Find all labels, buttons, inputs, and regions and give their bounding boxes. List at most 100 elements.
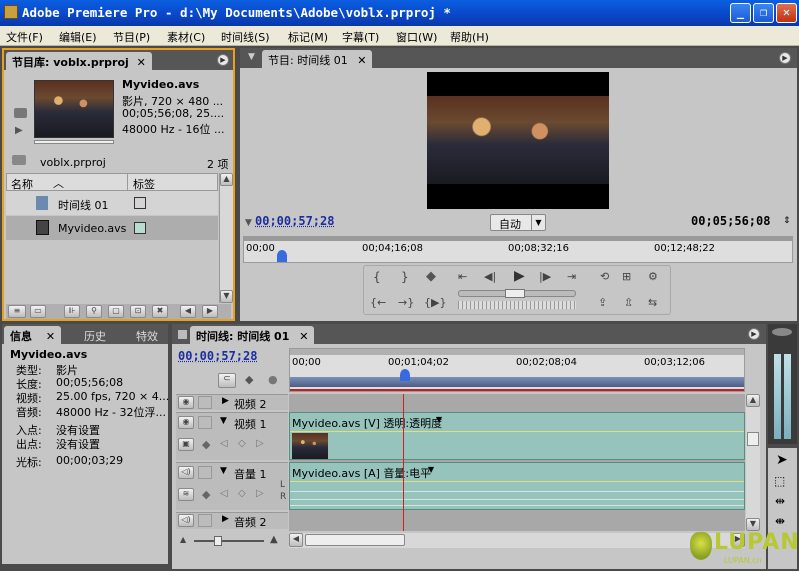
tab-close-icon[interactable]: ✕ xyxy=(46,330,55,343)
menu-sequence[interactable]: 时间线(S) xyxy=(221,29,270,45)
project-scrollbar[interactable]: ▲ ▼ xyxy=(219,173,233,303)
panel-menu-icon[interactable]: ▶ xyxy=(217,54,229,66)
track-area[interactable]: Myvideo.avs [V] 透明:透明度 ▼ Myvideo.avs [A]… xyxy=(289,394,745,531)
trim-icon[interactable]: ⇆ xyxy=(648,296,657,309)
play-in-to-out-icon[interactable]: {▶} xyxy=(424,296,446,309)
timeline-ruler[interactable]: 00;00 00;01;04;02 00;02;08;04 00;03;12;0… xyxy=(289,348,745,392)
menu-edit[interactable]: 编辑(E) xyxy=(59,29,97,45)
new-item-icon[interactable]: ⊡ xyxy=(130,305,146,318)
ripple-edit-tool-icon[interactable]: ⇹ xyxy=(775,494,785,508)
scroll-left-icon[interactable]: ◀ xyxy=(289,533,303,547)
list-item[interactable]: 时间线 01 xyxy=(6,191,218,215)
chevron-down-icon[interactable]: ▼ xyxy=(436,415,442,424)
panel-menu-icon[interactable]: ▶ xyxy=(779,52,791,64)
close-button[interactable]: ✕ xyxy=(776,3,797,23)
label-swatch[interactable] xyxy=(134,222,146,234)
safe-margins-icon[interactable]: ⊞ xyxy=(622,270,631,283)
keyframe-icon[interactable]: ● xyxy=(268,373,278,386)
current-timecode[interactable]: 00;00;57;28 xyxy=(255,214,334,228)
list-item[interactable]: Myvideo.avs xyxy=(6,216,218,240)
next-keyframe-icon[interactable]: ▷ xyxy=(256,438,264,449)
chevron-down-icon[interactable]: ▼ xyxy=(428,465,434,474)
jog-wheel[interactable] xyxy=(458,301,576,309)
marker-icon[interactable]: ◆ xyxy=(426,269,436,284)
collapse-icon[interactable]: ▼ xyxy=(220,416,227,426)
automate-icon[interactable]: ⊪ xyxy=(64,305,80,318)
lock-toggle[interactable] xyxy=(198,514,212,527)
tab-history[interactable]: 历史 xyxy=(78,326,112,344)
keyframe-toggle-icon[interactable]: ◆ xyxy=(202,488,210,501)
add-keyframe-icon[interactable]: ◇ xyxy=(238,488,246,499)
track-select-tool-icon[interactable]: ⬚ xyxy=(774,474,785,488)
menu-marker[interactable]: 标记(M) xyxy=(288,29,328,45)
step-forward-icon[interactable]: |▶ xyxy=(539,270,551,283)
lock-toggle[interactable] xyxy=(198,416,212,429)
go-to-in-icon[interactable]: ⇤ xyxy=(458,270,467,283)
resize-icon[interactable]: ⇕ xyxy=(783,216,791,226)
play-icon[interactable]: ▶ xyxy=(514,268,525,284)
loop-icon[interactable]: ⟲ xyxy=(600,270,609,283)
tab-dropdown-icon[interactable]: ▼ xyxy=(248,52,255,62)
icon-view-icon[interactable]: ▭ xyxy=(30,305,46,318)
tab-close-icon[interactable]: ✕ xyxy=(137,56,146,69)
menu-file[interactable]: 文件(F) xyxy=(6,29,43,45)
tab-close-icon[interactable]: ✕ xyxy=(357,54,366,67)
playhead[interactable] xyxy=(277,250,288,262)
panel-menu-icon[interactable] xyxy=(772,328,792,336)
go-to-previous-edit-icon[interactable]: {← xyxy=(370,296,386,309)
set-out-point-icon[interactable]: } xyxy=(401,270,409,284)
column-name[interactable]: 名称 xyxy=(11,176,33,192)
label-swatch[interactable] xyxy=(134,197,146,209)
timeline-vscroll[interactable]: ▲ ▼ xyxy=(746,394,760,531)
display-style-icon[interactable]: ▣ xyxy=(178,438,194,451)
scroll-right-icon[interactable]: ▶ xyxy=(202,305,218,318)
speaker-icon[interactable]: ◁) xyxy=(178,466,194,479)
sort-ascending-icon[interactable]: ︿ xyxy=(53,175,64,191)
maximize-button[interactable]: ❐ xyxy=(753,3,774,23)
prev-keyframe-icon[interactable]: ◁ xyxy=(220,438,228,449)
set-in-point-icon[interactable]: { xyxy=(373,270,381,284)
scroll-up-icon[interactable]: ▲ xyxy=(746,394,760,407)
zoom-in-icon[interactable]: ▲ xyxy=(270,534,278,545)
find-icon[interactable]: ⚲ xyxy=(86,305,102,318)
next-keyframe-icon[interactable]: ▷ xyxy=(256,488,264,499)
camera-icon[interactable] xyxy=(14,108,27,118)
scroll-up-icon[interactable]: ▲ xyxy=(220,173,233,186)
tab-project[interactable]: 节目库: voblx.prproj ✕ xyxy=(6,52,152,70)
lock-toggle[interactable] xyxy=(198,466,212,479)
scroll-down-icon[interactable]: ▼ xyxy=(220,290,233,303)
go-to-next-edit-icon[interactable]: →} xyxy=(398,296,414,309)
output-icon[interactable]: ⚙ xyxy=(648,270,658,283)
zoom-select[interactable]: 自动 ▼ xyxy=(490,214,546,231)
expand-icon[interactable]: ▶ xyxy=(222,514,229,524)
speaker-icon[interactable]: ◁) xyxy=(178,514,194,527)
scroll-thumb[interactable] xyxy=(305,534,405,546)
monitor-time-ruler[interactable]: 00;00 00;04;16;08 00;08;32;16 00;12;48;2… xyxy=(243,236,793,263)
waveform-icon[interactable]: ≋ xyxy=(178,488,194,501)
thumbnail-scrubber[interactable] xyxy=(34,140,114,144)
extract-icon[interactable]: ⇫ xyxy=(624,296,633,309)
timeline-timecode[interactable]: 00;00;57;28 xyxy=(178,349,257,363)
collapse-icon[interactable]: ▼ xyxy=(220,466,227,476)
new-bin-icon[interactable]: ▢ xyxy=(108,305,124,318)
shuttle-slider[interactable] xyxy=(458,289,576,298)
zoom-out-icon[interactable]: ▲ xyxy=(180,535,186,544)
tab-info[interactable]: 信息 ✕ xyxy=(4,326,62,344)
panel-grip-icon[interactable] xyxy=(178,330,187,339)
zoom-slider[interactable] xyxy=(194,536,264,546)
snap-icon[interactable]: ⊂ xyxy=(218,373,236,388)
tab-timeline[interactable]: 时间线: 时间线 01 ✕ xyxy=(190,326,315,344)
add-keyframe-icon[interactable]: ◇ xyxy=(238,438,246,449)
column-label[interactable]: 标签 xyxy=(133,176,155,192)
marker-icon[interactable]: ◆ xyxy=(245,373,253,386)
eye-icon[interactable]: ◉ xyxy=(178,396,194,409)
tab-close-icon[interactable]: ✕ xyxy=(299,330,308,343)
tab-effects[interactable]: 特效 xyxy=(130,326,164,344)
go-to-out-icon[interactable]: ⇥ xyxy=(567,270,576,283)
audio-clip[interactable]: Myvideo.avs [A] 音量:电平 ▼ xyxy=(289,462,745,510)
step-back-icon[interactable]: ◀| xyxy=(484,270,496,283)
prev-keyframe-icon[interactable]: ◁ xyxy=(220,488,228,499)
lift-icon[interactable]: ⇪ xyxy=(598,296,607,309)
keyframe-toggle-icon[interactable]: ◆ xyxy=(202,438,210,451)
minimize-button[interactable]: _ xyxy=(730,3,751,23)
